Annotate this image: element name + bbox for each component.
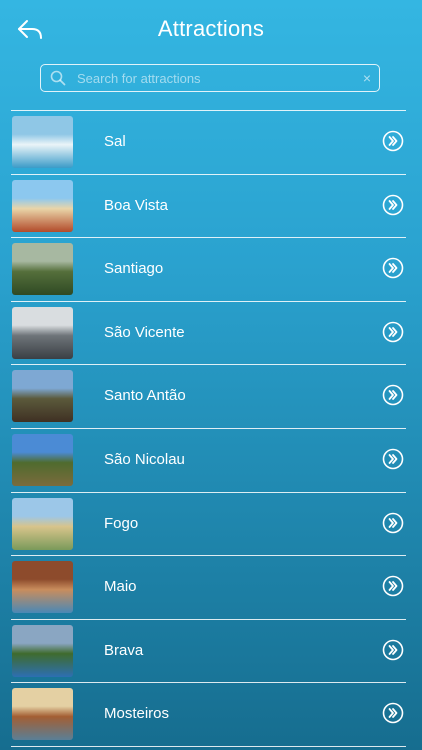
list-item[interactable]: Santiago <box>11 237 406 301</box>
list-item[interactable]: Mosteiros <box>11 682 406 746</box>
chevron-right-icon[interactable] <box>382 575 404 597</box>
attraction-thumbnail <box>12 370 73 423</box>
chevron-right-icon[interactable] <box>382 384 404 406</box>
page-title: Attractions <box>157 16 265 41</box>
search-input[interactable] <box>77 65 357 91</box>
list-item[interactable]: São Nicolau <box>11 427 406 492</box>
list-item[interactable]: Sal <box>11 110 406 174</box>
attraction-name: Maio <box>104 578 137 596</box>
list-divider <box>11 745 406 747</box>
attraction-name: Santo Antão <box>104 387 186 405</box>
attraction-thumbnail <box>12 179 73 232</box>
list-item[interactable]: São Vicente <box>11 300 406 365</box>
chevron-right-icon[interactable] <box>382 639 404 661</box>
attraction-thumbnail <box>12 624 73 677</box>
attraction-thumbnail <box>12 243 73 296</box>
list-item[interactable]: Brava <box>11 618 406 683</box>
list-item[interactable]: Fogo <box>11 491 406 556</box>
chevron-right-icon[interactable] <box>382 448 404 470</box>
chevron-right-icon[interactable] <box>382 702 404 724</box>
attraction-name: Brava <box>104 641 144 659</box>
attraction-name: Fogo <box>104 514 139 532</box>
chevron-right-icon[interactable] <box>382 194 404 216</box>
clear-icon[interactable]: × <box>363 70 371 86</box>
attraction-name: Boa Vista <box>104 196 168 214</box>
attraction-thumbnail <box>12 561 73 614</box>
list-item[interactable]: Santo Antão <box>11 364 406 428</box>
attraction-name: São Nicolau <box>104 450 185 468</box>
attraction-thumbnail <box>12 433 73 486</box>
chevron-right-icon[interactable] <box>382 512 404 534</box>
attraction-thumbnail <box>12 497 73 550</box>
chevron-right-icon[interactable] <box>382 321 404 343</box>
nav-bar: Attractions <box>0 0 422 60</box>
attraction-name: São Vicente <box>104 323 185 341</box>
attraction-thumbnail <box>12 306 73 359</box>
list-item[interactable]: Boa Vista <box>11 173 406 238</box>
chevron-right-icon[interactable] <box>382 257 404 279</box>
attractions-list: Sal Boa Vista Santiago São Vicente Santo Ant… <box>11 110 406 747</box>
attraction-name: Mosteiros <box>104 705 170 723</box>
attraction-thumbnail <box>12 688 73 741</box>
list-item[interactable]: Maio <box>11 555 406 619</box>
chevron-right-icon[interactable] <box>382 130 404 152</box>
search-bar[interactable]: × <box>40 64 380 92</box>
attraction-thumbnail <box>12 116 73 168</box>
attraction-name: Sal <box>104 133 126 150</box>
search-icon <box>50 70 66 86</box>
attraction-name: Santiago <box>104 260 164 278</box>
